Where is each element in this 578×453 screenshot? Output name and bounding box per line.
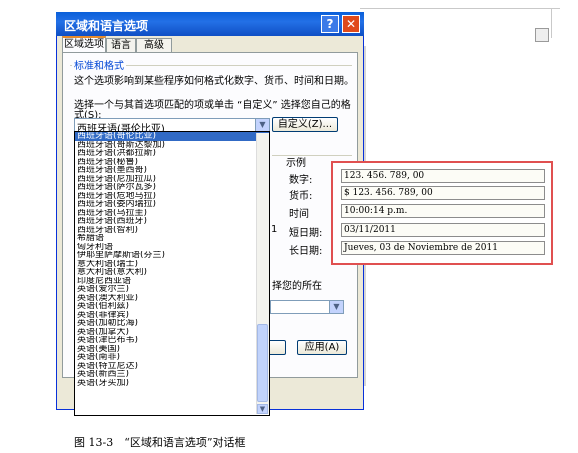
currency-example-field: $ 123. 456. 789, 00	[341, 186, 545, 200]
dropdown-option[interactable]: 英语(加勒比海)	[75, 319, 269, 328]
dropdown-option[interactable]: 匈牙利语	[75, 243, 269, 252]
long-date-label: 长日期:	[289, 246, 323, 257]
close-icon[interactable]: ✕	[342, 15, 360, 33]
tab-regional-options[interactable]: 区域选项	[62, 36, 106, 52]
format-select[interactable]: 西班牙语(哥伦比亚) ▼	[74, 118, 270, 135]
formats-instruction-line1: 选择一个与其首选项匹配的项或单击 “自定义” 选择您自己的格	[74, 100, 351, 111]
background-window-edge-right	[551, 8, 552, 38]
help-icon[interactable]: ?	[321, 15, 339, 33]
dropdown-option[interactable]: 西班牙语(智利)	[75, 226, 269, 235]
dropdown-option[interactable]: 英语(伯利兹)	[75, 302, 269, 311]
dropdown-option[interactable]: 英语(津巴布韦)	[75, 336, 269, 345]
time-label: 时间	[289, 209, 309, 220]
format-dropdown-list[interactable]: 西班牙语(哥伦比亚) 西班牙语(哥斯达黎加) 西班牙语(洪都拉斯) 西班牙语(秘鲁) 西…	[74, 131, 270, 416]
tab-advanced[interactable]: 高级	[136, 38, 172, 52]
dropdown-option[interactable]: 西班牙语(墨西哥)	[75, 166, 269, 175]
dropdown-option[interactable]: 英语(澳大利亚)	[75, 294, 269, 303]
long-date-example-field: Jueves, 03 de Noviembre de 2011	[341, 241, 545, 255]
dropdown-option[interactable]: 西班牙语(哥伦比亚)	[75, 132, 269, 141]
dropdown-option[interactable]: 西班牙语(西班牙)	[75, 217, 269, 226]
dropdown-option[interactable]: 英语(牙买加)	[75, 379, 269, 388]
dropdown-option[interactable]: 英语(爱尔兰)	[75, 285, 269, 294]
dropdown-option[interactable]: 希腊语	[75, 234, 269, 243]
location-chevron-down-icon[interactable]: ▼	[329, 301, 343, 313]
dialog-title: 区域和语言选项	[64, 19, 149, 33]
dropdown-option[interactable]: 英语(加拿大)	[75, 328, 269, 337]
dropdown-option[interactable]: 意大利语(意大利)	[75, 268, 269, 277]
dropdown-option[interactable]: 英语(南非)	[75, 353, 269, 362]
dropdown-option[interactable]: 西班牙语(哥斯达黎加)	[75, 141, 269, 150]
short-date-label: 短日期:	[289, 228, 323, 239]
short-date-example-field: 03/11/2011	[341, 223, 545, 237]
dropdown-option[interactable]: 意大利语(瑞士)	[75, 260, 269, 269]
formats-description: 这个选项影响到某些程序如何格式化数字、货币、时间和日期。	[74, 76, 354, 87]
background-window-edge	[360, 8, 560, 9]
dialog-titlebar[interactable]: 区域和语言选项 ? ✕	[56, 12, 364, 36]
chevron-down-icon[interactable]: ▼	[255, 119, 269, 131]
background-window-button[interactable]	[535, 28, 549, 42]
time-example-field: 10:00:14 p.m.	[341, 204, 545, 218]
dropdown-option[interactable]: 印度尼西亚语	[75, 277, 269, 286]
dropdown-option[interactable]: 西班牙语(萨尔瓦多)	[75, 183, 269, 192]
customize-button[interactable]: 自定义(Z)...	[272, 117, 338, 132]
dropdown-option[interactable]: 英语(菲律宾)	[75, 311, 269, 320]
scroll-down-arrow-icon[interactable]: ▼	[257, 404, 268, 414]
standards-formats-group-title: 标准和格式	[72, 57, 126, 72]
dropdown-option[interactable]: 西班牙语(秘鲁)	[75, 158, 269, 167]
number-label: 数字:	[289, 175, 313, 186]
location-instruction: 择您的所在	[272, 281, 322, 292]
dropdown-option[interactable]: 西班牙语(危地马拉)	[75, 192, 269, 201]
cancel-button-edge[interactable]	[268, 340, 286, 355]
currency-label: 货币:	[289, 191, 313, 202]
partial-digit: 1	[271, 224, 278, 235]
dropdown-option[interactable]: 伊耶里萨摩斯语(芬兰)	[75, 251, 269, 260]
dropdown-option[interactable]: 西班牙语(委内瑞拉)	[75, 200, 269, 209]
dropdown-option[interactable]: 英语(美国)	[75, 345, 269, 354]
figure-caption: 图 13-3 “区域和语言选项”对话框	[74, 436, 246, 449]
tab-languages[interactable]: 语言	[106, 38, 136, 52]
location-select[interactable]: ▼	[270, 300, 344, 314]
number-example-field: 123. 456. 789, 00	[341, 169, 545, 183]
dropdown-option[interactable]: 西班牙语(尼加拉瓜)	[75, 175, 269, 184]
dropdown-scroll-thumb[interactable]	[257, 324, 268, 402]
dropdown-option[interactable]: 英语(特立尼达)	[75, 362, 269, 371]
dropdown-option[interactable]: 英语(新西兰)	[75, 370, 269, 379]
dropdown-option[interactable]: 西班牙语(洪都拉斯)	[75, 149, 269, 158]
apply-button[interactable]: 应用(A)	[297, 340, 347, 355]
examples-divider	[272, 155, 352, 156]
dropdown-option[interactable]: 西班牙语(乌拉圭)	[75, 209, 269, 218]
examples-heading: 示例	[286, 158, 306, 169]
